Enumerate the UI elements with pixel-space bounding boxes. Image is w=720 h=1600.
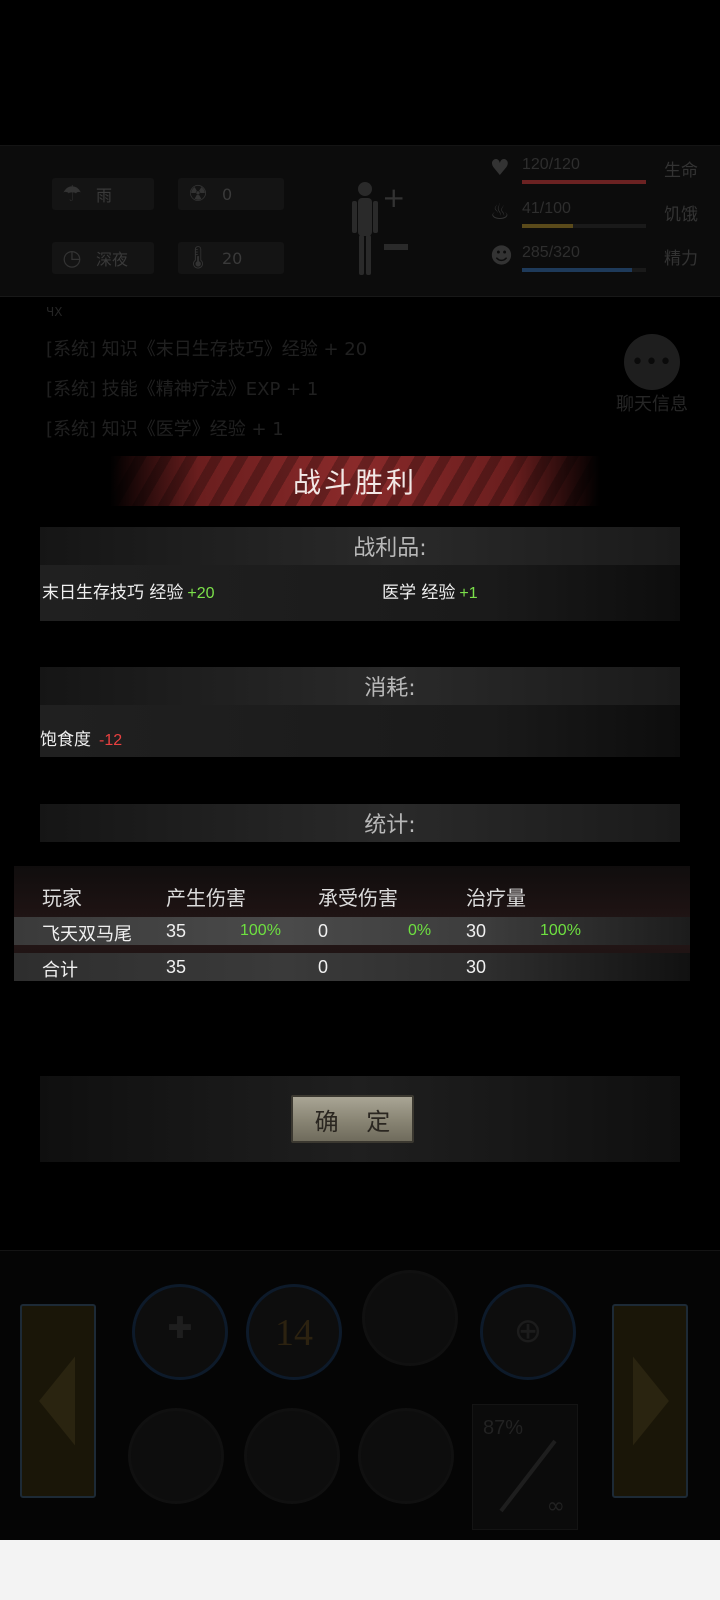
confirm-button[interactable]: 确 定 [291,1095,414,1143]
chat-button[interactable]: ••• 聊天信息 [612,316,692,415]
damage-dealt-pct: 100% [240,922,281,939]
minus-icon [384,244,408,250]
skill-slot-aim[interactable]: ⊕ [480,1284,576,1380]
radiation-cell: ☢ 0 [178,178,284,210]
log-line: [系统] 知识《医学》经验 + 1 [46,419,284,440]
victory-title: 战斗胜利 [292,466,417,499]
loot-header: 战利品: [40,527,680,565]
skill-slot-heal[interactable]: ✚ [132,1284,228,1380]
hunger-label: 饥饿 [664,205,698,225]
loot-name: 末日生存技巧 经验 [42,583,184,603]
log-header: ЧХ [46,305,63,319]
arrow-right-icon [632,1356,669,1446]
cost-amount: -12 [99,732,123,749]
temperature-value: 20 [222,248,243,268]
hunger-value: 41/100 [522,200,571,217]
total-damage-taken: 0 [318,957,329,977]
total-healing: 30 [466,957,487,977]
heart-icon: ♥ [490,156,510,181]
cost-header: 消耗: [40,667,680,705]
radiation-value: 0 [222,184,233,204]
next-button[interactable] [612,1304,688,1498]
arrow-left-icon [39,1356,76,1446]
loot-item: 医学 经验 +1 [382,578,478,603]
crosshair-icon: ⊕ [513,1313,543,1350]
weather-label: 雨 [96,186,113,205]
energy-value: 285/320 [522,244,580,261]
health-bar [522,180,646,184]
system-nav-bar [0,1540,720,1600]
weapon-slot[interactable]: 87% ∞ [472,1404,578,1530]
hunger-bar [522,224,646,228]
medic-figure-icon: ✚ [167,1312,193,1345]
energy-stat: ☻ 285/320 精力 [482,242,714,272]
plus-icon: + [382,181,406,214]
status-hud: ☂ 雨 ☢ 0 ◷ 深夜 🌡 20 + ♥ 120/120 生命 ♨ 41/10… [0,145,720,297]
skill-slot-empty[interactable] [358,1408,454,1504]
radiation-icon: ☢ [188,181,208,207]
healing-value: 30 [466,921,487,941]
cost-name: 饱食度 [40,730,91,750]
skill-slot-count[interactable]: 14 [246,1284,342,1380]
skill-slot-empty[interactable] [244,1408,340,1504]
ammo-infinite: ∞ [546,1494,565,1519]
hunger-stat: ♨ 41/100 饥饿 [482,198,714,228]
temperature-cell: 🌡 20 [178,242,284,274]
loot-name: 医学 经验 [382,583,456,603]
health-value: 120/120 [522,156,580,173]
time-label: 深夜 [96,250,129,269]
chat-bubble-icon: ••• [624,334,680,390]
col-healing: 治疗量 [466,886,526,910]
chat-label: 聊天信息 [616,394,688,415]
body-status-icon[interactable] [350,179,380,279]
healing-pct: 100% [540,922,581,939]
damage-taken-pct: 0% [408,922,432,939]
loot-item: 末日生存技巧 经验 +20 [42,578,215,603]
weather-cell: ☂ 雨 [52,178,154,210]
skill-slot-empty[interactable] [362,1270,458,1366]
col-damage-dealt: 产生伤害 [166,886,246,910]
log-line: [系统] 技能《精神疗法》EXP + 1 [46,379,319,400]
col-player: 玩家 [42,886,82,910]
player-name: 飞天双马尾 [42,924,132,945]
total-damage-dealt: 35 [166,957,187,977]
energy-bar [522,268,646,272]
cost-item: 饱食度 -12 [40,725,122,750]
energy-label: 精力 [664,249,698,269]
system-log: ЧХ [系统] 知识《末日生存技巧》经验 + 20 [系统] 技能《精神疗法》E… [46,300,367,450]
stats-header: 统计: [40,804,680,842]
time-cell: ◷ 深夜 [52,242,154,274]
cost-panel [40,705,680,757]
skill-count: 14 [275,1312,313,1354]
total-row [14,953,690,981]
hunger-bar-fill [522,224,573,228]
victory-banner: 战斗胜利 [110,456,600,506]
rain-cloud-icon: ☂ [62,181,82,207]
loot-amount: +20 [187,585,215,602]
clock-icon: ◷ [62,245,82,271]
stomach-icon: ♨ [490,200,510,225]
energy-bar-fill [522,268,633,272]
damage-dealt-value: 35 [166,921,187,941]
total-label: 合计 [42,960,78,981]
health-label: 生命 [664,161,698,181]
health-bar-fill [522,180,646,184]
skill-slot-empty[interactable] [128,1408,224,1504]
loot-amount: +1 [459,585,478,602]
log-line: [系统] 知识《末日生存技巧》经验 + 20 [46,339,368,360]
damage-taken-value: 0 [318,921,329,941]
head-icon: ☻ [490,244,513,269]
thermometer-icon: 🌡 [184,245,212,271]
health-stat: ♥ 120/120 生命 [482,154,714,184]
prev-button[interactable] [20,1304,96,1498]
col-damage-taken: 承受伤害 [318,886,398,910]
